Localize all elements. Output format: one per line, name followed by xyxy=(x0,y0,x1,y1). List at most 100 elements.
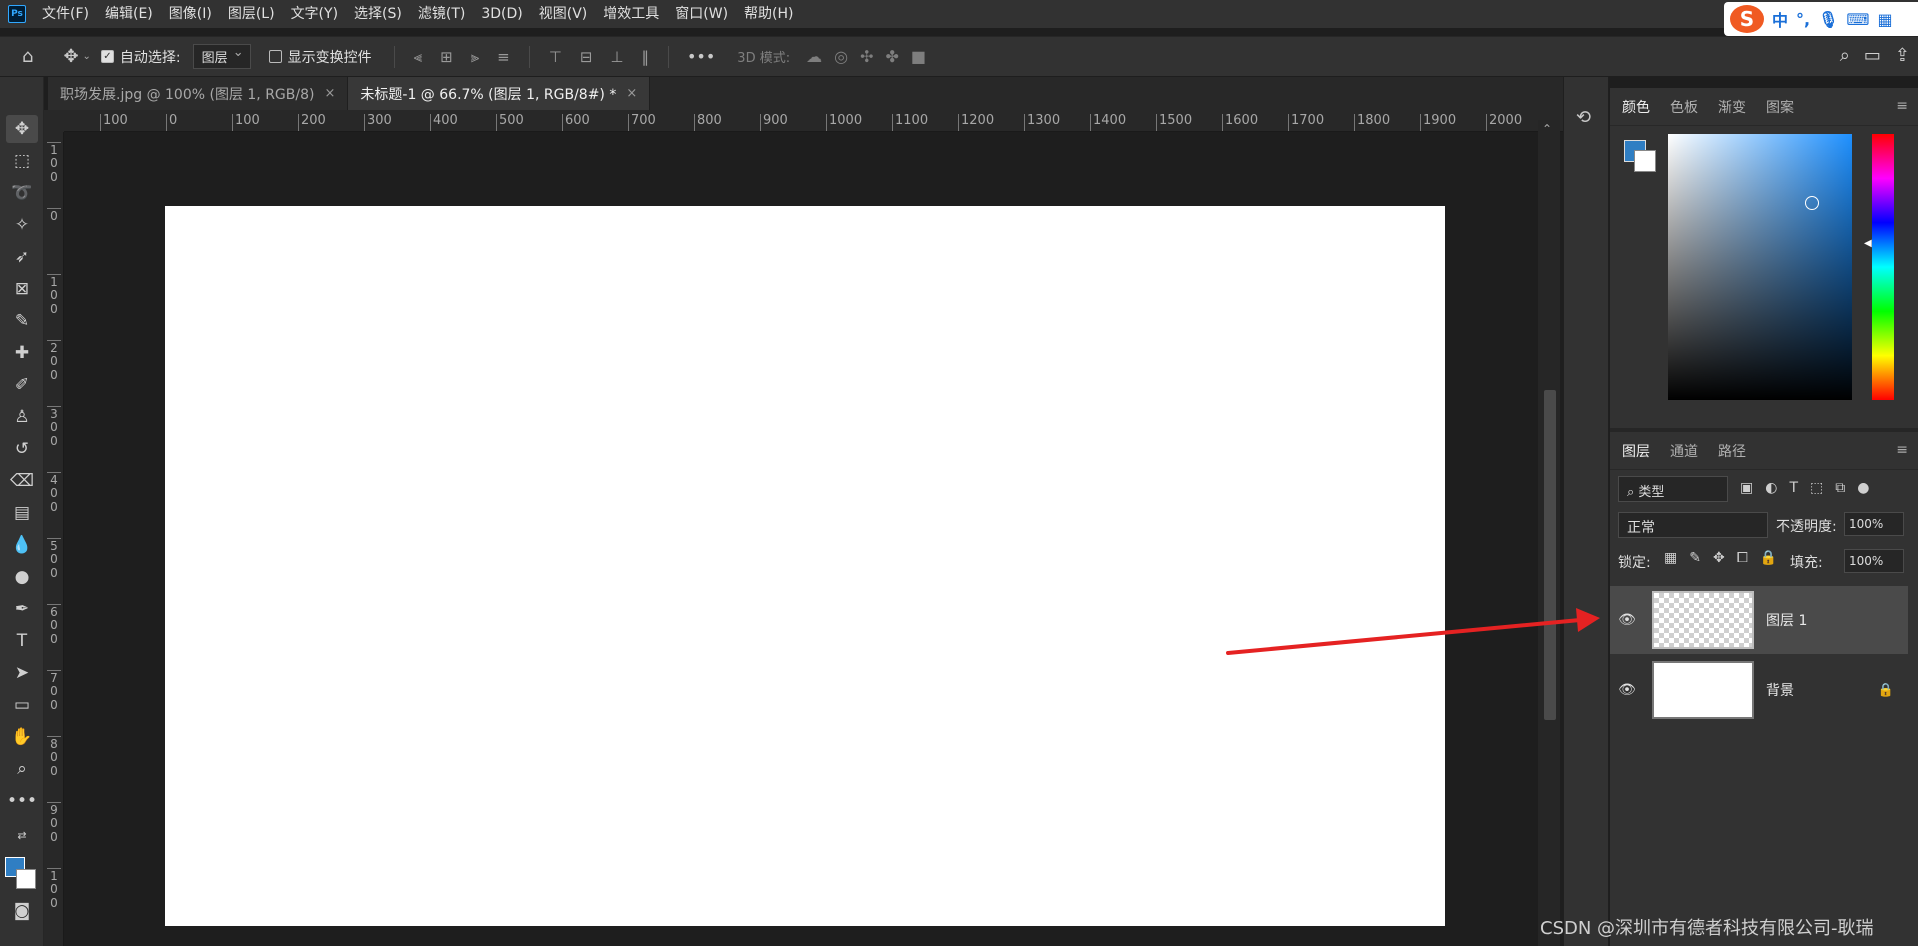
sogou-logo-icon[interactable]: S xyxy=(1730,5,1764,33)
hue-slider[interactable] xyxy=(1872,134,1894,400)
more-tools-icon[interactable]: ••• xyxy=(6,787,38,815)
3d-slide-icon[interactable]: ✤ xyxy=(885,47,898,66)
blend-mode-dropdown[interactable]: 正常 xyxy=(1618,512,1768,538)
image-filter-icon[interactable]: ▣ xyxy=(1740,480,1753,496)
align-bottom-icon[interactable]: ⊥ xyxy=(610,48,623,66)
tab-document-1[interactable]: 职场发展.jpg @ 100% (图层 1, RGB/8) × xyxy=(48,77,349,110)
distribute-h-icon[interactable]: ≡ xyxy=(497,48,510,66)
document-canvas[interactable] xyxy=(165,206,1445,926)
visibility-eye-icon[interactable]: 👁 xyxy=(1610,612,1644,628)
menu-edit[interactable]: 编辑(E) xyxy=(97,0,161,28)
scroll-up-icon[interactable]: ⌃ xyxy=(1542,122,1552,136)
lock-artboard-icon[interactable]: ⧠ xyxy=(1737,550,1748,566)
close-icon[interactable]: × xyxy=(324,86,335,101)
menu-layer[interactable]: 图层(L) xyxy=(220,0,283,28)
zoom-tool-icon[interactable]: ⌕ xyxy=(6,755,38,783)
home-icon[interactable]: ⌂ xyxy=(22,46,33,67)
menu-select[interactable]: 选择(S) xyxy=(346,0,410,28)
menu-window[interactable]: 窗口(W) xyxy=(667,0,736,28)
marquee-tool-icon[interactable]: ⬚ xyxy=(6,147,38,175)
quick-select-tool-icon[interactable]: ➶ xyxy=(6,243,38,271)
show-transform-checkbox[interactable] xyxy=(268,50,282,63)
clone-stamp-tool-icon[interactable]: ♙ xyxy=(6,403,38,431)
gradient-tool-icon[interactable]: ▤ xyxy=(6,499,38,527)
smart-object-filter-icon[interactable]: ⧉ xyxy=(1835,480,1845,496)
ime-punct-toggle[interactable]: °, xyxy=(1796,10,1810,29)
healing-brush-tool-icon[interactable]: ✚ xyxy=(6,339,38,367)
fill-input[interactable]: 100% xyxy=(1844,549,1904,573)
dodge-tool-icon[interactable]: ● xyxy=(6,563,38,591)
more-options-icon[interactable]: ••• xyxy=(687,47,715,66)
ime-grid-icon[interactable]: ▦ xyxy=(1878,10,1893,29)
lock-pixels-icon[interactable]: ✎ xyxy=(1689,550,1701,566)
menu-view[interactable]: 视图(V) xyxy=(531,0,596,28)
filter-toggle-icon[interactable]: ● xyxy=(1857,480,1869,496)
scrollbar-thumb[interactable] xyxy=(1544,390,1556,720)
lock-icon[interactable]: 🔒 xyxy=(1878,683,1894,698)
menu-3d[interactable]: 3D(D) xyxy=(473,0,530,28)
panel-menu-icon[interactable]: ≡ xyxy=(1896,98,1908,114)
pen-tool-icon[interactable]: ✒ xyxy=(6,595,38,623)
canvas-workspace[interactable] xyxy=(65,133,1538,946)
lock-position-icon[interactable]: ✥ xyxy=(1713,550,1725,566)
opacity-input[interactable]: 100% xyxy=(1844,512,1904,536)
tab-document-2[interactable]: 未标题-1 @ 66.7% (图层 1, RGB/8#) * × xyxy=(348,77,651,110)
3d-orbit-icon[interactable]: ☁ xyxy=(806,47,822,66)
tab-patterns[interactable]: 图案 xyxy=(1766,97,1794,117)
menu-file[interactable]: 文件(F) xyxy=(34,0,97,28)
share-icon[interactable]: ⇪ xyxy=(1895,45,1910,66)
tab-paths[interactable]: 路径 xyxy=(1718,441,1746,461)
background-color-swatch[interactable] xyxy=(16,869,36,889)
chevron-down-icon[interactable]: ⌄ xyxy=(83,51,91,62)
background-color-swatch[interactable] xyxy=(1634,150,1656,172)
layer-filter-dropdown[interactable]: ⌕ 类型 xyxy=(1618,476,1728,502)
move-tool-icon[interactable]: ✥ xyxy=(6,115,38,143)
ime-lang-toggle[interactable]: 中 xyxy=(1772,7,1788,31)
layer-name[interactable]: 图层 1 xyxy=(1766,610,1908,630)
hue-marker-icon[interactable]: ◀ xyxy=(1864,238,1872,249)
close-icon[interactable]: × xyxy=(626,86,637,101)
microphone-icon[interactable]: 🎙 xyxy=(1818,10,1838,29)
eyedropper-tool-icon[interactable]: ✎ xyxy=(6,307,38,335)
frame-tool-icon[interactable]: ⊠ xyxy=(6,275,38,303)
type-tool-icon[interactable]: T xyxy=(6,627,38,655)
workspace-icon[interactable]: ▭ xyxy=(1864,45,1881,66)
history-brush-tool-icon[interactable]: ↺ xyxy=(6,435,38,463)
swap-colors-icon[interactable]: ⇄ xyxy=(6,821,38,849)
quick-mask-icon[interactable]: ◙ xyxy=(6,897,38,925)
align-center-h-icon[interactable]: ⊞ xyxy=(440,48,453,66)
layer-row[interactable]: 👁 背景 🔒 xyxy=(1610,656,1908,724)
eraser-tool-icon[interactable]: ⌫ xyxy=(6,467,38,495)
adjustment-filter-icon[interactable]: ◐ xyxy=(1765,480,1777,496)
vertical-scrollbar[interactable]: ⌃ xyxy=(1538,120,1560,946)
panel-menu-icon[interactable]: ≡ xyxy=(1896,442,1908,458)
tab-channels[interactable]: 通道 xyxy=(1670,441,1698,461)
3d-roll-icon[interactable]: ◎ xyxy=(834,47,848,66)
lock-all-icon[interactable]: 🔒 xyxy=(1760,550,1777,566)
color-picker-field[interactable] xyxy=(1668,134,1852,400)
align-middle-v-icon[interactable]: ⊟ xyxy=(580,48,593,66)
tab-gradients[interactable]: 渐变 xyxy=(1718,97,1746,117)
magic-wand-tool-icon[interactable]: ✧ xyxy=(6,211,38,239)
keyboard-icon[interactable]: ⌨ xyxy=(1846,10,1869,29)
path-selection-tool-icon[interactable]: ➤ xyxy=(6,659,38,687)
menu-filter[interactable]: 滤镜(T) xyxy=(410,0,473,28)
shape-filter-icon[interactable]: ⬚ xyxy=(1810,480,1823,496)
menu-help[interactable]: 帮助(H) xyxy=(736,0,801,28)
brush-tool-icon[interactable]: ✐ xyxy=(6,371,38,399)
tab-color[interactable]: 颜色 xyxy=(1622,97,1650,117)
lock-transparent-icon[interactable]: ▦ xyxy=(1664,550,1677,566)
3d-pan-icon[interactable]: ✣ xyxy=(860,47,873,66)
type-filter-icon[interactable]: T xyxy=(1789,480,1798,496)
blur-tool-icon[interactable]: 💧 xyxy=(6,531,38,559)
color-picker-cursor[interactable] xyxy=(1805,196,1819,210)
move-tool-icon[interactable]: ✥ xyxy=(63,46,78,67)
layer-row[interactable]: 👁 图层 1 xyxy=(1610,586,1908,654)
auto-select-dropdown[interactable]: 图层 xyxy=(192,44,251,69)
tab-layers[interactable]: 图层 xyxy=(1622,441,1650,461)
lasso-tool-icon[interactable]: ➰ xyxy=(6,179,38,207)
hand-tool-icon[interactable]: ✋ xyxy=(6,723,38,751)
menu-type[interactable]: 文字(Y) xyxy=(283,0,346,28)
align-left-icon[interactable]: ⫷ xyxy=(414,48,422,66)
search-icon[interactable]: ⌕ xyxy=(1840,45,1850,66)
